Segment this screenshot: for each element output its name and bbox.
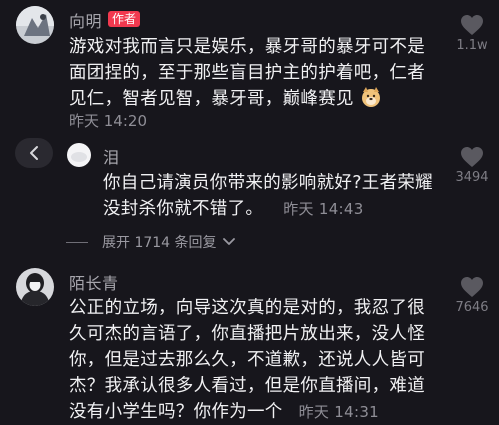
like-count: 7646 [455,300,489,315]
doge-emoji-icon [360,86,382,108]
comment-line-text: 没封杀你就不错了。 [103,199,264,219]
like-count: 1.1w [456,38,488,53]
comment-line: 久可杰的言语了，你直播把片放出来，没人怪 [69,324,425,344]
avatar[interactable] [16,268,54,306]
comment-text[interactable]: 公正的立场，向导这次真的是对的，我忍了很 久可杰的言语了，你直播把片放出来，没人… [69,295,425,425]
like-button[interactable]: 1.1w [452,14,492,53]
heart-icon [461,15,483,35]
user-avatar-image [67,143,91,167]
comment-line-text: 见仁，智者见智，暴牙哥，巅峰赛见 [69,89,354,109]
expand-replies-button[interactable]: 展开 1714 条回复 [66,232,235,252]
like-button[interactable]: 3494 [452,146,492,185]
like-count: 3494 [455,170,489,185]
comment-timestamp: 昨天 14:20 [69,112,147,130]
avatar[interactable] [16,6,54,44]
author-badge: 作者 [108,11,141,27]
heart-icon [461,147,483,167]
chevron-left-icon [30,146,38,160]
comment-text[interactable]: 游戏对我而言只是娱乐，暴牙哥的暴牙可不是 面团捏的，至于那些盲目护主的护着吧，仁… [69,34,425,112]
comment-line: 杰？我承认很多人看过，但是你直播间，难道 [69,376,425,396]
comment-line: 见仁，智者见智，暴牙哥，巅峰赛见 [69,86,425,112]
comment-line: 游戏对我而言只是娱乐，暴牙哥的暴牙可不是 [69,37,425,57]
like-button[interactable]: 7646 [452,276,492,315]
divider [66,241,88,243]
comment-line-text: 没有小学生吗？你作为一个 [69,402,283,422]
expand-replies-label: 展开 1714 条回复 [102,235,217,251]
user-avatar-image [16,6,54,44]
comment-line: 你自己请演员你带来的影响就好?王者荣耀 [103,173,433,193]
comment-timestamp: 昨天 14:43 [283,200,364,218]
heart-icon [461,277,483,297]
comment-text[interactable]: 你自己请演员你带来的影响就好?王者荣耀 没封杀你就不错了。 昨天 14:43 [103,170,433,222]
comment-line: 没有小学生吗？你作为一个 昨天 14:31 [69,399,425,425]
comment-timestamp: 昨天 14:31 [298,403,380,421]
comment-author-name[interactable]: 泪 [103,144,120,168]
comment-line: 没封杀你就不错了。 昨天 14:43 [103,196,433,222]
avatar[interactable] [67,143,91,167]
chevron-down-icon [222,238,235,245]
comment-line: 面团捏的，至于那些盲目护主的护着吧，仁者 [69,63,425,83]
comment-author-name[interactable]: 向明 [69,8,102,32]
comment-author-name[interactable]: 陌长青 [69,270,119,294]
comment-line: 你，但是过去那么久，不道歉，还说人人皆可 [69,350,425,370]
collapse-replies-button[interactable] [15,138,53,168]
comment-line: 公正的立场，向导这次真的是对的，我忍了很 [69,298,425,318]
user-avatar-image [16,268,54,306]
